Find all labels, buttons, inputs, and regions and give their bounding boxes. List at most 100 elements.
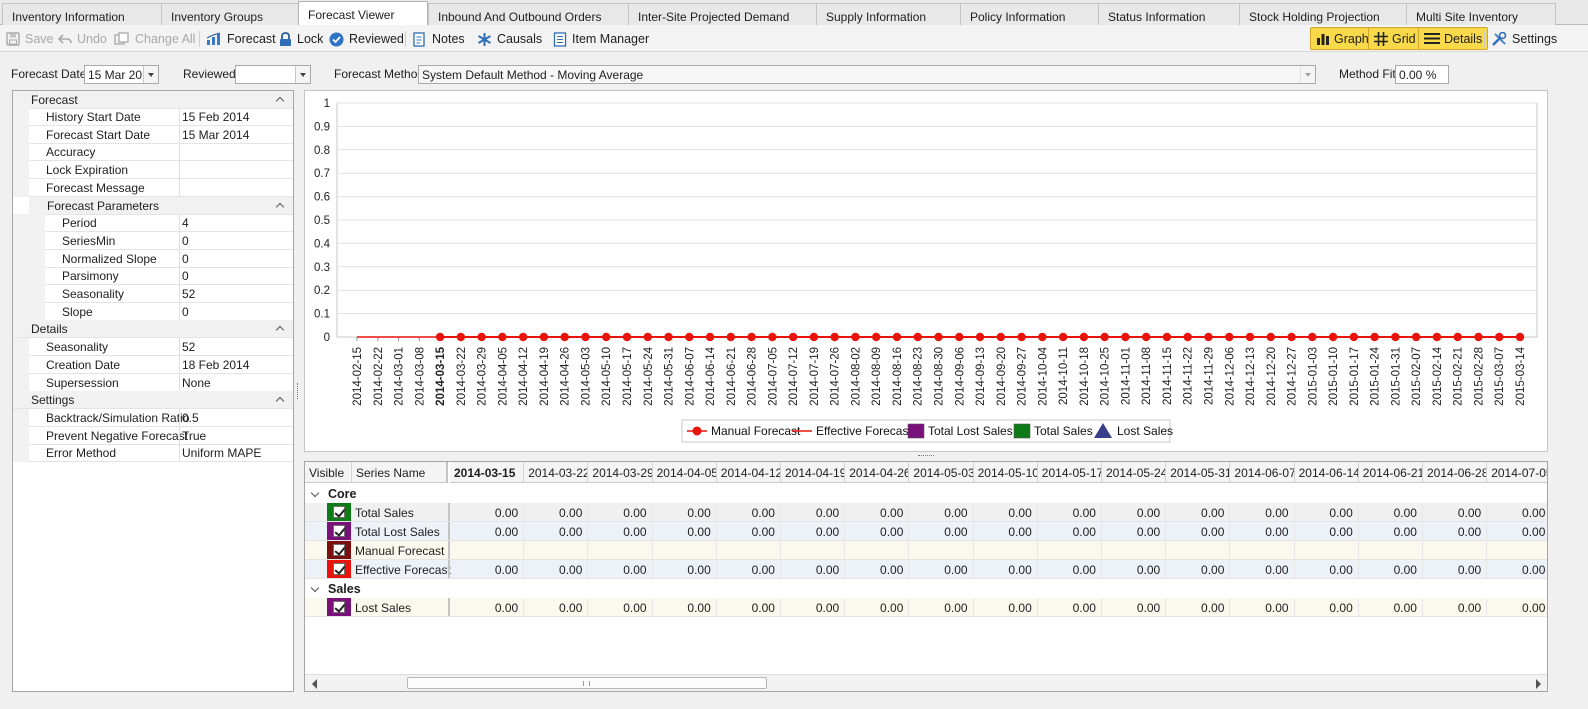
property-value[interactable]: 0 <box>182 305 189 319</box>
property-category-settings[interactable]: Settings <box>13 391 293 410</box>
manual-forecast-point[interactable] <box>1349 332 1359 342</box>
visible-checkbox[interactable] <box>327 560 351 578</box>
manual-forecast-point[interactable] <box>851 332 860 342</box>
manual-forecast-point[interactable] <box>1079 332 1089 342</box>
property-value[interactable]: 0 <box>182 234 189 248</box>
tab-policy-information[interactable]: Policy Information <box>960 3 1099 25</box>
manual-forecast-point[interactable] <box>1391 332 1400 342</box>
property-category-forecast[interactable]: Forecast <box>13 91 293 109</box>
property-row-creation-date[interactable]: Creation Date 18 Feb 2014 <box>13 355 293 374</box>
column-header-date[interactable]: 2014-03-22 <box>524 462 589 483</box>
legend-item-total-sales[interactable]: Total Sales <box>1013 423 1093 439</box>
series-row-total-sales[interactable]: Total Sales 0.00 0.00 0.00 0.00 0.00 0.00 0.00 0… <box>305 503 1547 522</box>
column-header-series-name[interactable]: Series Name <box>352 462 448 483</box>
manual-forecast-point[interactable] <box>539 332 549 342</box>
manual-forecast-point[interactable] <box>1100 332 1109 342</box>
manual-forecast-point[interactable] <box>705 332 715 342</box>
value-cell[interactable]: 0.00 <box>450 598 525 616</box>
column-header-date[interactable]: 2014-06-28 <box>1423 462 1488 483</box>
manual-forecast-point[interactable] <box>1183 332 1192 342</box>
value-cell[interactable]: 0.00 <box>450 522 525 540</box>
manual-forecast-point[interactable] <box>768 332 777 342</box>
value-cell[interactable]: 0.00 <box>1166 522 1231 540</box>
property-value[interactable]: 52 <box>182 287 195 301</box>
value-cell[interactable]: 0.00 <box>1166 560 1231 578</box>
undo-button[interactable]: Undo <box>58 29 107 49</box>
value-cell[interactable]: 0.00 <box>1359 560 1423 578</box>
value-cell[interactable]: 0.00 <box>1230 560 1295 578</box>
value-cell[interactable]: 0.00 <box>974 560 1038 578</box>
scroll-left-arrow-icon[interactable] <box>310 678 320 690</box>
manual-forecast-point[interactable] <box>830 332 839 342</box>
tab-multi-site-inventory[interactable]: Multi Site Inventory <box>1406 3 1556 25</box>
value-cell[interactable]: 0.00 <box>1230 503 1295 521</box>
forecast-method-dropdown[interactable]: System Default Method - Moving Average <box>418 65 1316 84</box>
manual-forecast-point[interactable] <box>1328 332 1338 342</box>
manual-forecast-point[interactable] <box>1058 332 1068 342</box>
value-cell[interactable] <box>1230 541 1295 559</box>
value-cell[interactable]: 0.00 <box>1230 598 1295 616</box>
value-cell[interactable] <box>974 541 1038 559</box>
collapse-chevron-icon[interactable] <box>276 201 284 209</box>
value-cell[interactable] <box>717 541 781 559</box>
value-cell[interactable]: 0.00 <box>717 503 781 521</box>
manual-forecast-point[interactable] <box>1245 332 1255 342</box>
group-expand-chevron-icon[interactable] <box>310 488 320 498</box>
manual-forecast-point[interactable] <box>643 332 652 342</box>
property-row-prevent-negative-forecast[interactable]: Prevent Negative Forecast True <box>13 426 293 445</box>
tab-stock-holding-projection[interactable]: Stock Holding Projection <box>1239 3 1407 25</box>
manual-forecast-point[interactable] <box>435 332 445 342</box>
value-cell[interactable]: 0.00 <box>588 560 653 578</box>
manual-forecast-point[interactable] <box>664 332 673 342</box>
horizontal-scrollbar[interactable] <box>305 674 1547 691</box>
manual-forecast-point[interactable] <box>975 332 985 342</box>
manual-forecast-point[interactable] <box>581 332 590 342</box>
tab-inbound-outbound-orders[interactable]: Inbound And Outbound Orders <box>428 3 629 25</box>
legend-item-total-lost-sales[interactable]: Total Lost Sales <box>907 423 1013 439</box>
column-header-date[interactable]: 2014-06-07 <box>1230 462 1295 483</box>
value-cell[interactable] <box>1359 541 1423 559</box>
tab-supply-information[interactable]: Supply Information <box>816 3 961 25</box>
scroll-right-arrow-icon[interactable] <box>1533 678 1543 690</box>
value-cell[interactable]: 0.00 <box>1102 598 1167 616</box>
manual-forecast-point[interactable] <box>602 332 611 342</box>
value-cell[interactable]: 0.00 <box>1423 598 1488 616</box>
value-cell[interactable] <box>653 541 717 559</box>
property-value[interactable]: Uniform MAPE <box>182 446 261 460</box>
column-header-date[interactable]: 2014-05-17 <box>1037 462 1102 483</box>
save-button[interactable]: Save <box>6 29 54 49</box>
property-value[interactable]: 15 Feb 2014 <box>182 110 249 124</box>
scroll-thumb[interactable] <box>407 677 767 689</box>
value-cell[interactable]: 0.00 <box>1423 560 1488 578</box>
manual-forecast-point[interactable] <box>1141 332 1151 342</box>
value-cell[interactable]: 0.00 <box>974 522 1038 540</box>
series-row-effective-forecast[interactable]: Effective Forecast 0.00 0.00 0.00 0.00 0.00 0.… <box>305 560 1547 579</box>
value-cell[interactable] <box>1166 541 1231 559</box>
value-cell[interactable]: 0.00 <box>588 503 653 521</box>
value-cell[interactable] <box>909 541 974 559</box>
manual-forecast-point[interactable] <box>498 332 507 342</box>
manual-forecast-point[interactable] <box>1308 332 1317 342</box>
value-cell[interactable]: 0.00 <box>1166 598 1231 616</box>
property-row-period[interactable]: Period 4 <box>13 214 293 233</box>
chevron-down-icon[interactable] <box>143 66 158 83</box>
property-row-normalized-slope[interactable]: Normalized Slope 0 <box>13 249 293 268</box>
value-cell[interactable]: 0.00 <box>717 522 781 540</box>
manual-forecast-point[interactable] <box>913 332 922 342</box>
value-cell[interactable]: 0.00 <box>1359 522 1423 540</box>
value-cell[interactable]: 0.00 <box>1295 598 1359 616</box>
value-cell[interactable]: 0.00 <box>1295 503 1359 521</box>
property-value[interactable]: 52 <box>182 340 195 354</box>
property-row-parsimony[interactable]: Parsimony 0 <box>13 267 293 286</box>
details-toggle[interactable]: Details <box>1418 27 1489 50</box>
manual-forecast-point[interactable] <box>955 332 964 342</box>
value-cell[interactable]: 0.00 <box>1038 503 1102 521</box>
property-row-seriesmin[interactable]: SeriesMin 0 <box>13 231 293 250</box>
property-value[interactable]: None <box>182 376 211 390</box>
value-cell[interactable]: 0.00 <box>653 598 717 616</box>
manual-forecast-point[interactable] <box>1370 332 1379 342</box>
value-cell[interactable] <box>1487 541 1547 559</box>
value-cell[interactable] <box>1295 541 1359 559</box>
manual-forecast-point[interactable] <box>809 332 819 342</box>
column-header-date[interactable]: 2014-03-29 <box>588 462 653 483</box>
